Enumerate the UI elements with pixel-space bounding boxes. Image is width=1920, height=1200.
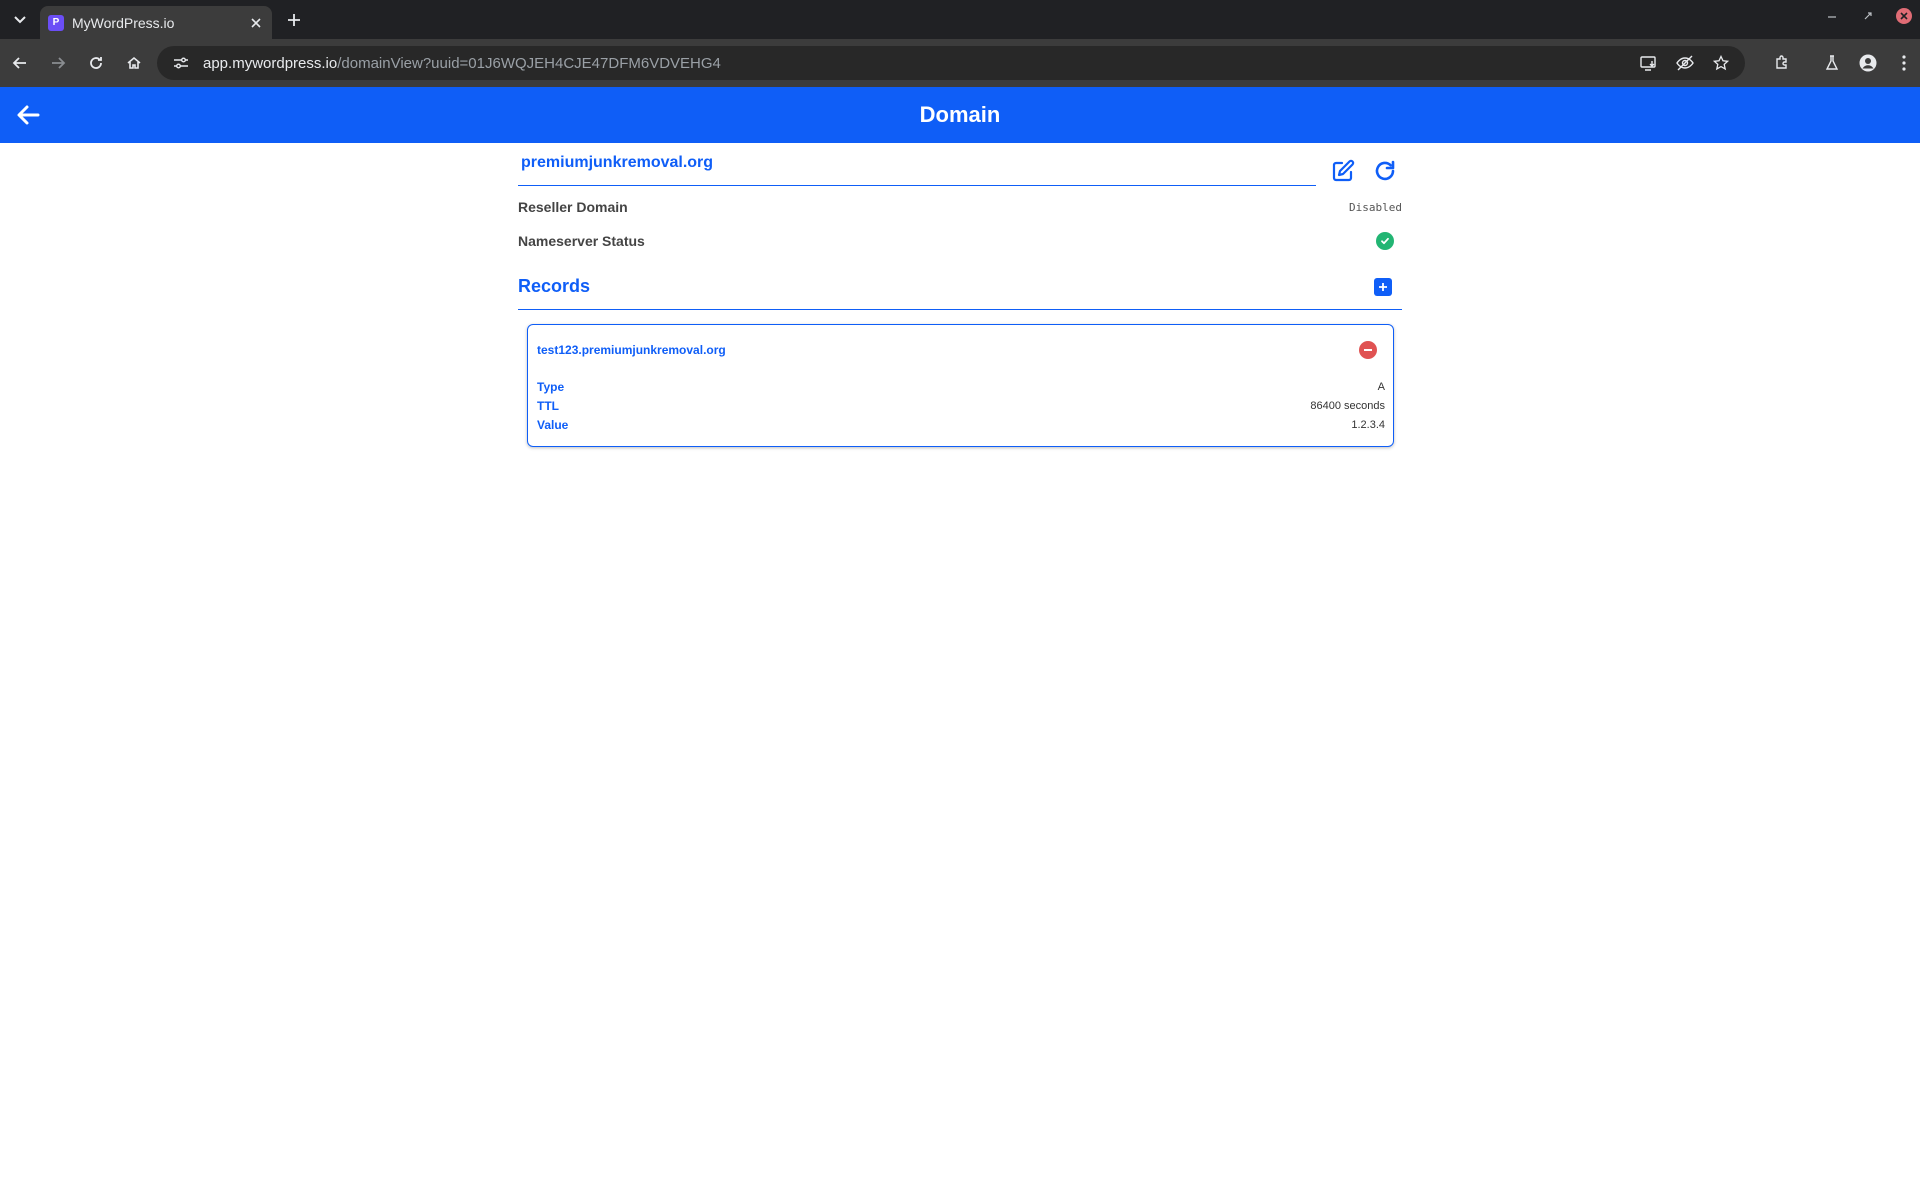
record-name: test123.premiumjunkremoval.org	[537, 343, 726, 357]
tab-search-chevron-icon[interactable]	[8, 8, 32, 32]
check-circle-icon	[1376, 232, 1394, 250]
url-host: app.mywordpress.io	[203, 54, 338, 72]
reseller-domain-value: Disabled	[1349, 200, 1402, 214]
nameserver-status-row: Nameserver Status	[518, 224, 1402, 258]
page-title: Domain	[919, 102, 1001, 127]
reseller-domain-row: Reseller Domain Disabled	[518, 190, 1402, 224]
browser-toolbar: app.mywordpress.io/domainView?uuid=01J6W…	[0, 39, 1920, 87]
app-header: Domain	[0, 87, 1920, 143]
reload-icon[interactable]	[78, 45, 114, 81]
record-type-value: A	[1377, 380, 1385, 393]
browser-menu-icon[interactable]	[1894, 46, 1914, 80]
edit-icon[interactable]	[1328, 156, 1358, 186]
add-record-button[interactable]	[1374, 277, 1392, 296]
reseller-domain-label: Reseller Domain	[518, 199, 628, 215]
records-header: Records	[518, 264, 1402, 310]
window-controls	[1824, 8, 1912, 24]
record-value-label: Value	[537, 417, 569, 432]
record-value-value: 1.2.3.4	[1351, 418, 1385, 431]
record-type-label: Type	[537, 379, 565, 394]
home-icon[interactable]	[116, 45, 152, 81]
back-arrow-icon[interactable]	[2, 45, 38, 81]
eye-off-icon[interactable]	[1675, 46, 1695, 80]
record-type-row: Type A	[537, 377, 1385, 396]
tab-close-icon[interactable]	[248, 15, 264, 31]
back-arrow-icon[interactable]	[14, 101, 42, 129]
record-value-row: Value 1.2.3.4	[537, 415, 1385, 434]
record-ttl-row: TTL 86400 seconds	[537, 396, 1385, 415]
window-close-icon[interactable]	[1896, 8, 1912, 24]
refresh-icon[interactable]	[1370, 156, 1400, 186]
browser-tab-bar: P MyWordPress.io	[0, 0, 1920, 39]
record-card: test123.premiumjunkremoval.org Type A TT…	[527, 324, 1394, 447]
nameserver-status-label: Nameserver Status	[518, 233, 645, 249]
records-title: Records	[518, 276, 591, 296]
domain-name-field[interactable]	[518, 146, 1316, 186]
install-app-icon[interactable]	[1639, 46, 1659, 80]
address-bar[interactable]: app.mywordpress.io/domainView?uuid=01J6W…	[157, 46, 1745, 80]
tab-title: MyWordPress.io	[72, 14, 175, 31]
restore-icon[interactable]	[1860, 8, 1876, 24]
site-info-tune-icon[interactable]	[171, 53, 191, 73]
new-tab-plus-icon[interactable]	[282, 8, 306, 32]
record-ttl-label: TTL	[537, 398, 559, 413]
url-path: /domainView?uuid=01J6WQJEH4CJE47DFM6VDVE…	[337, 54, 721, 72]
extensions-puzzle-icon[interactable]	[1772, 46, 1792, 80]
bookmark-star-icon[interactable]	[1711, 46, 1731, 80]
plus-icon	[1379, 282, 1387, 291]
minimize-icon[interactable]	[1824, 8, 1840, 24]
profile-avatar-icon[interactable]	[1858, 46, 1878, 80]
forward-arrow-icon[interactable]	[40, 45, 76, 81]
domain-name-row	[518, 143, 1402, 186]
labs-flask-icon[interactable]	[1822, 46, 1842, 80]
url-text[interactable]: app.mywordpress.io/domainView?uuid=01J6W…	[203, 55, 1639, 72]
record-ttl-value: 86400 seconds	[1310, 399, 1385, 412]
remove-record-minus-icon[interactable]	[1359, 341, 1377, 359]
domain-details: Reseller Domain Disabled Nameserver Stat…	[518, 143, 1402, 447]
site-favicon-icon: P	[48, 14, 64, 31]
browser-tab[interactable]: P MyWordPress.io	[40, 6, 272, 39]
